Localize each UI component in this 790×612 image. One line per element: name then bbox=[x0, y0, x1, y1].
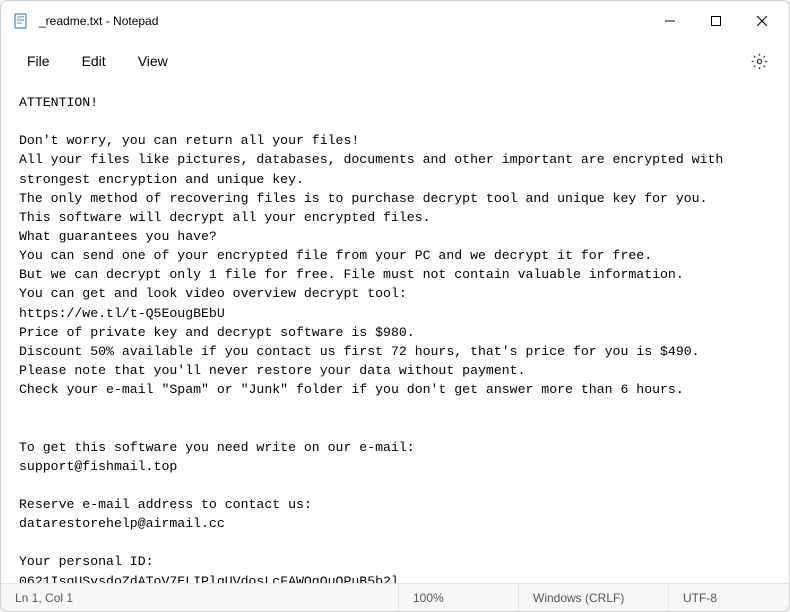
status-cursor-position: Ln 1, Col 1 bbox=[1, 584, 399, 611]
status-line-ending: Windows (CRLF) bbox=[519, 584, 669, 611]
titlebar: _readme.txt - Notepad bbox=[1, 1, 789, 41]
settings-button[interactable] bbox=[741, 45, 777, 77]
statusbar: Ln 1, Col 1 100% Windows (CRLF) UTF-8 bbox=[1, 583, 789, 611]
status-zoom[interactable]: 100% bbox=[399, 584, 519, 611]
gear-icon bbox=[751, 53, 768, 70]
minimize-icon bbox=[665, 16, 675, 26]
menu-edit[interactable]: Edit bbox=[68, 47, 120, 75]
menubar: File Edit View bbox=[1, 41, 789, 81]
status-encoding: UTF-8 bbox=[669, 584, 789, 611]
menu-view[interactable]: View bbox=[124, 47, 182, 75]
maximize-button[interactable] bbox=[693, 1, 739, 41]
maximize-icon bbox=[711, 16, 721, 26]
close-button[interactable] bbox=[739, 1, 785, 41]
minimize-button[interactable] bbox=[647, 1, 693, 41]
notepad-icon bbox=[13, 13, 29, 29]
menu-file[interactable]: File bbox=[13, 47, 64, 75]
close-icon bbox=[757, 16, 767, 26]
notepad-window: _readme.txt - Notepad File Edit bbox=[0, 0, 790, 612]
text-editor-area[interactable]: ATTENTION! Don't worry, you can return a… bbox=[1, 81, 789, 583]
window-title: _readme.txt - Notepad bbox=[39, 14, 647, 28]
window-controls bbox=[647, 1, 785, 41]
